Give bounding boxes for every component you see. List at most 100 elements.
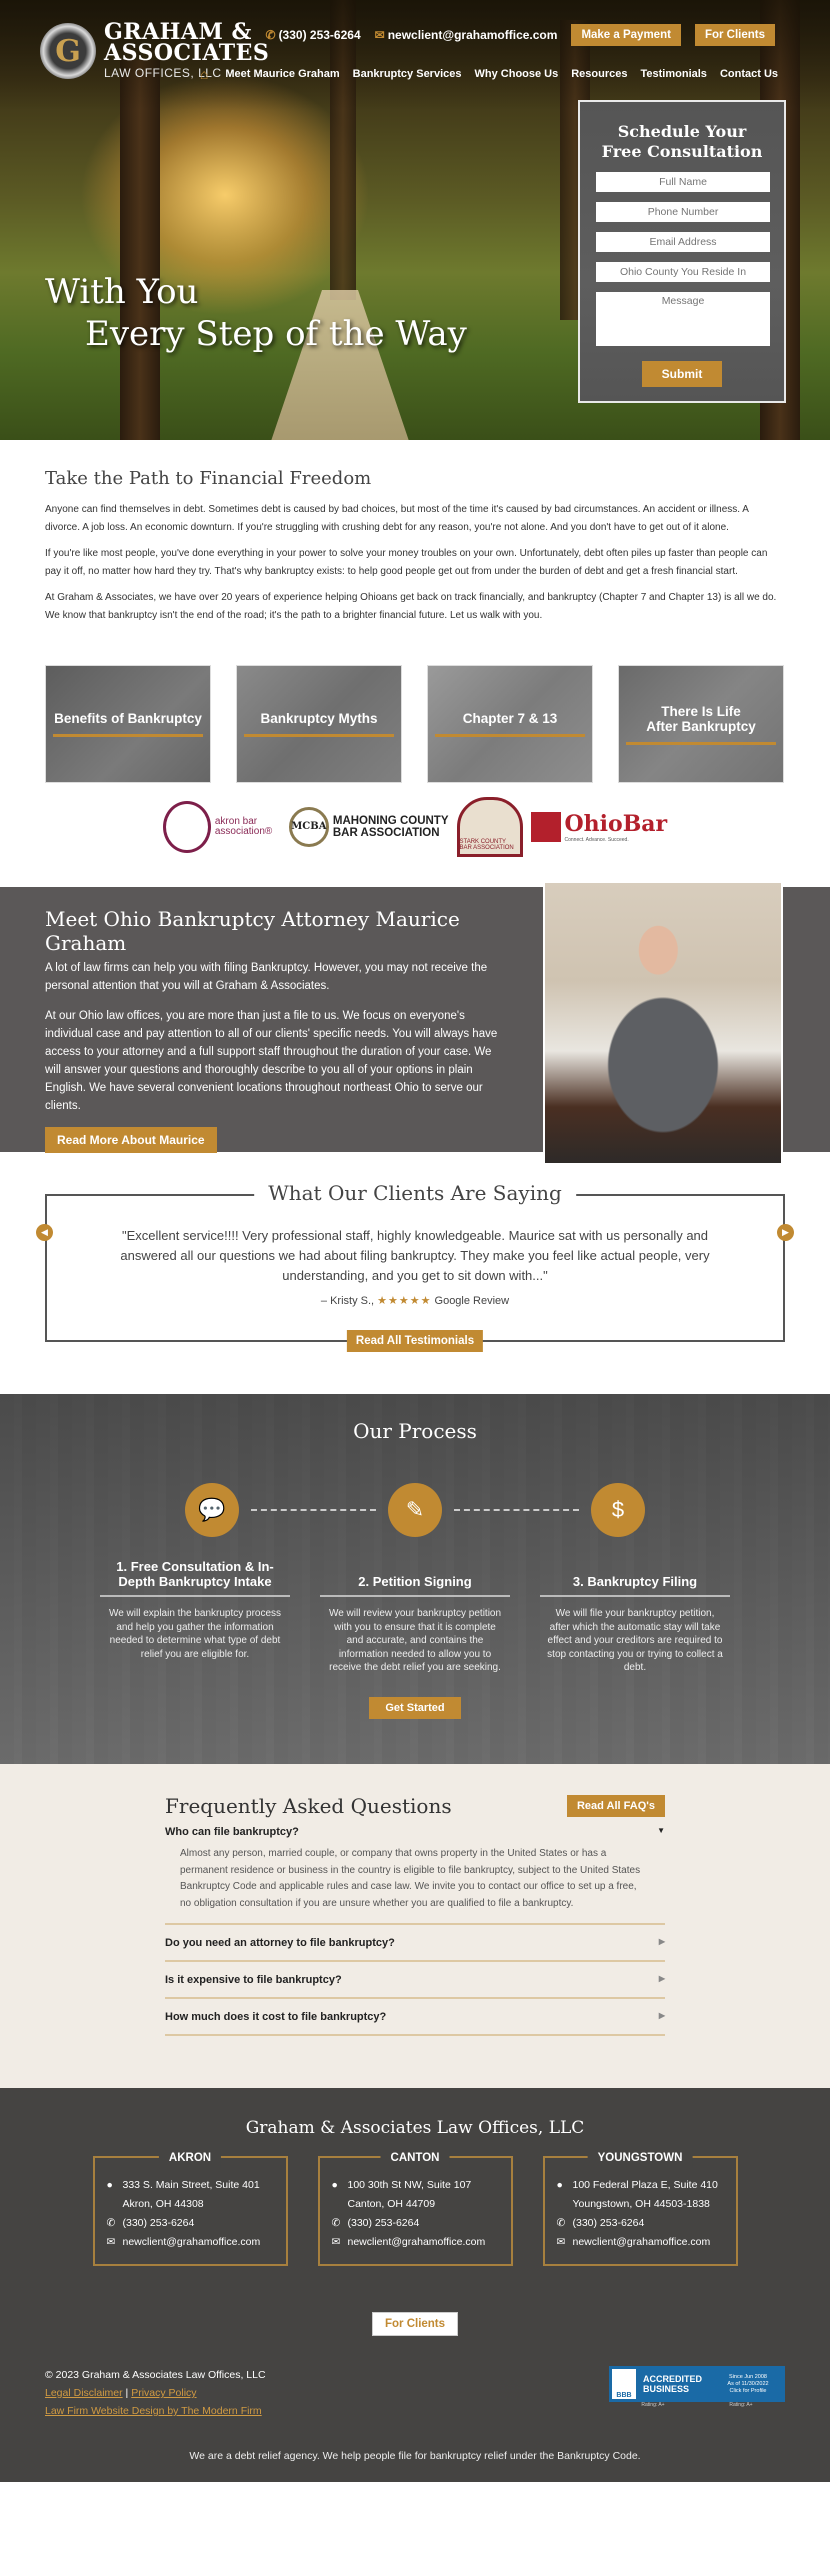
message-textarea[interactable] (596, 292, 770, 346)
office-akron: AKRON ● 333 S. Main Street, Suite 401 Akr… (92, 2149, 288, 2266)
meet-attorney-section: Meet Ohio Bankruptcy Attorney Maurice Gr… (0, 881, 830, 1165)
map-pin-icon: ● (556, 2179, 563, 2191)
testimonial-quote: "Excellent service!!!! Very professional… (120, 1228, 710, 1283)
envelope-icon: ✉ (374, 28, 385, 42)
testimonial-box: What Our Clients Are Saying "Excellent s… (45, 1181, 785, 1352)
full-name-input[interactable] (596, 172, 770, 192)
logo-line-2: ASSOCIATES (104, 40, 270, 66)
bbb-logo-icon: BBB (612, 2369, 636, 2399)
faq-item[interactable]: Who can file bankruptcy? ▼ Almost any per… (165, 1826, 665, 1925)
office-city: YOUNGSTOWN (587, 2149, 693, 2168)
header-phone-link[interactable]: ✆ (330) 253-6264 (266, 28, 361, 42)
intro-paragraph: Anyone can find themselves in debt. Some… (45, 504, 749, 533)
legal-disclaimer-link[interactable]: Legal Disclaimer (45, 2387, 123, 2399)
faq-item[interactable]: How much does it cost to file bankruptcy… (165, 1999, 665, 2036)
home-icon[interactable]: ⌂ (200, 66, 208, 82)
bar-association-badges: akron bar association® MCBA MAHONING COU… (0, 783, 830, 887)
nav-item-testimonials[interactable]: Testimonials (641, 68, 707, 80)
dollar-document-icon: $ (591, 1483, 645, 1537)
faq-title: Frequently Asked Questions (165, 1794, 452, 1818)
topic-tiles: Benefits of Bankruptcy Bankruptcy Myths … (0, 643, 830, 783)
chat-bubbles-icon: 💬 (185, 1483, 239, 1537)
ohio-state-icon (530, 812, 561, 842)
office-phone-link[interactable]: ✆ (330) 253-6264 (557, 2214, 724, 2233)
office-city: AKRON (158, 2149, 222, 2168)
next-arrow-icon[interactable]: ▶ (777, 1224, 794, 1241)
tile-underline (626, 741, 776, 745)
faq-answer: Almost any person, married couple, or co… (180, 1848, 641, 1909)
akron-bar-association-logo: akron bar association® (162, 801, 281, 853)
tile-underline (244, 734, 394, 737)
tile-life-after-bankruptcy[interactable]: There Is Life After Bankruptcy (618, 665, 784, 783)
process-title: Our Process (353, 1419, 477, 1443)
for-clients-button[interactable]: For Clients (694, 24, 775, 46)
phone-icon: ✆ (106, 2217, 116, 2229)
step-title: 3. Bankruptcy Filing (572, 1574, 698, 1589)
office-email-link[interactable]: ✉ newclient@grahamoffice.com (332, 2233, 499, 2252)
faq-item[interactable]: Is it expensive to file bankruptcy? ▶ (165, 1962, 665, 1999)
get-started-button[interactable]: Get Started (369, 1696, 461, 1719)
faq-item[interactable]: Do you need an attorney to file bankrupt… (165, 1925, 665, 1962)
phone-number-input[interactable] (596, 202, 770, 222)
previous-arrow-icon[interactable]: ◀ (36, 1224, 53, 1241)
phone-icon: ✆ (556, 2217, 566, 2229)
office-phone-link[interactable]: ✆ (330) 253-6264 (107, 2214, 274, 2233)
intro-title: Take the Path to Financial Freedom (45, 468, 372, 489)
privacy-policy-link[interactable]: Privacy Policy (131, 2387, 196, 2399)
envelope-icon: ✉ (106, 2236, 116, 2248)
footer: Graham & Associates Law Offices, LLC AKR… (0, 2088, 830, 2482)
submit-button[interactable]: Submit (641, 361, 723, 387)
caret-right-icon: ▶ (658, 1937, 665, 1946)
office-email-link[interactable]: ✉ newclient@grahamoffice.com (557, 2233, 724, 2252)
office-canton: CANTON ● 100 30th St NW, Suite 107 Canton… (317, 2149, 513, 2266)
nav-item-resources[interactable]: Resources (571, 68, 627, 80)
meet-title: Meet Ohio Bankruptcy Attorney Maurice Gr… (45, 907, 460, 955)
bbb-badge[interactable]: BBB ACCREDITED BUSINESS Since Jun 2008 As … (609, 2366, 785, 2420)
tile-benefits-of-bankruptcy[interactable]: Benefits of Bankruptcy (45, 665, 211, 783)
read-all-faqs-button[interactable]: Read All FAQ's (566, 1795, 665, 1817)
office-email-link[interactable]: ✉ newclient@grahamoffice.com (107, 2233, 274, 2252)
read-more-about-maurice-button[interactable]: Read More About Maurice (45, 1127, 217, 1153)
tagline-line-2: Every Step of the Way (85, 314, 467, 354)
tagline-line-1: With You (45, 272, 199, 312)
nav-item-meet-maurice[interactable]: Meet Maurice Graham (225, 68, 339, 80)
nav-item-bankruptcy-services[interactable]: Bankruptcy Services (353, 68, 462, 80)
nav-item-contact-us[interactable]: Contact Us (720, 68, 778, 80)
copyright: © 2023 Graham & Associates Law Offices, … (45, 2369, 266, 2381)
faq-question: Who can file bankruptcy? (165, 1826, 299, 1838)
nav-item-why-choose-us[interactable]: Why Choose Us (475, 68, 559, 80)
star-rating-icon: ★★★★★ (377, 1295, 432, 1307)
consultation-form: Schedule Your Free Consultation Submit (578, 100, 786, 403)
tile-bankruptcy-myths[interactable]: Bankruptcy Myths (236, 665, 402, 783)
phone-icon: ✆ (331, 2217, 341, 2229)
tile-underline (435, 734, 585, 737)
read-all-testimonials-button[interactable]: Read All Testimonials (346, 1330, 484, 1352)
intro-paragraph: At Graham & Associates, we have over 20 … (45, 592, 777, 621)
step-connector (251, 1509, 376, 1511)
intro-section: Take the Path to Financial Freedom Anyon… (0, 440, 830, 643)
email-address-input[interactable] (596, 232, 770, 252)
step-description: We will explain the bankruptcy process a… (108, 1608, 282, 1660)
ohio-county-input[interactable] (596, 262, 770, 282)
stark-county-bar-logo: STARK COUNTY BAR ASSOCIATION (456, 797, 523, 857)
testimonial-author: – Kristy S., ★★★★★ Google Review (320, 1295, 510, 1307)
footer-for-clients-button[interactable]: For Clients (371, 2312, 459, 2336)
phone-icon: ✆ (265, 28, 276, 42)
header-email-link[interactable]: ✉ newclient@grahamoffice.com (375, 28, 558, 42)
caret-right-icon: ▶ (658, 2011, 665, 2020)
map-pin-icon: ● (331, 2179, 338, 2191)
attorney-photo (543, 881, 783, 1165)
hero-section: G GRAHAM & ASSOCIATES LAW OFFICES, LLC ✆… (0, 0, 830, 440)
design-credit-link[interactable]: Law Firm Website Design by The Modern Fi… (45, 2405, 262, 2417)
office-phone-link[interactable]: ✆ (330) 253-6264 (332, 2214, 499, 2233)
make-payment-button[interactable]: Make a Payment (571, 24, 681, 46)
form-title: Schedule Your Free Consultation (601, 122, 763, 161)
meet-paragraph: At our Ohio law offices, you are more th… (45, 1010, 498, 1112)
mcba-seal-icon: MCBA (288, 807, 329, 847)
caret-right-icon: ▶ (658, 1974, 665, 1983)
caret-down-icon: ▼ (657, 1826, 665, 1835)
step-title: 2. Petition Signing (358, 1574, 472, 1589)
step-description: We will review your bankruptcy petition … (328, 1608, 502, 1673)
faq-section: Frequently Asked Questions Read All FAQ'… (0, 1764, 830, 2088)
tile-chapter-7-13[interactable]: Chapter 7 & 13 (427, 665, 593, 783)
